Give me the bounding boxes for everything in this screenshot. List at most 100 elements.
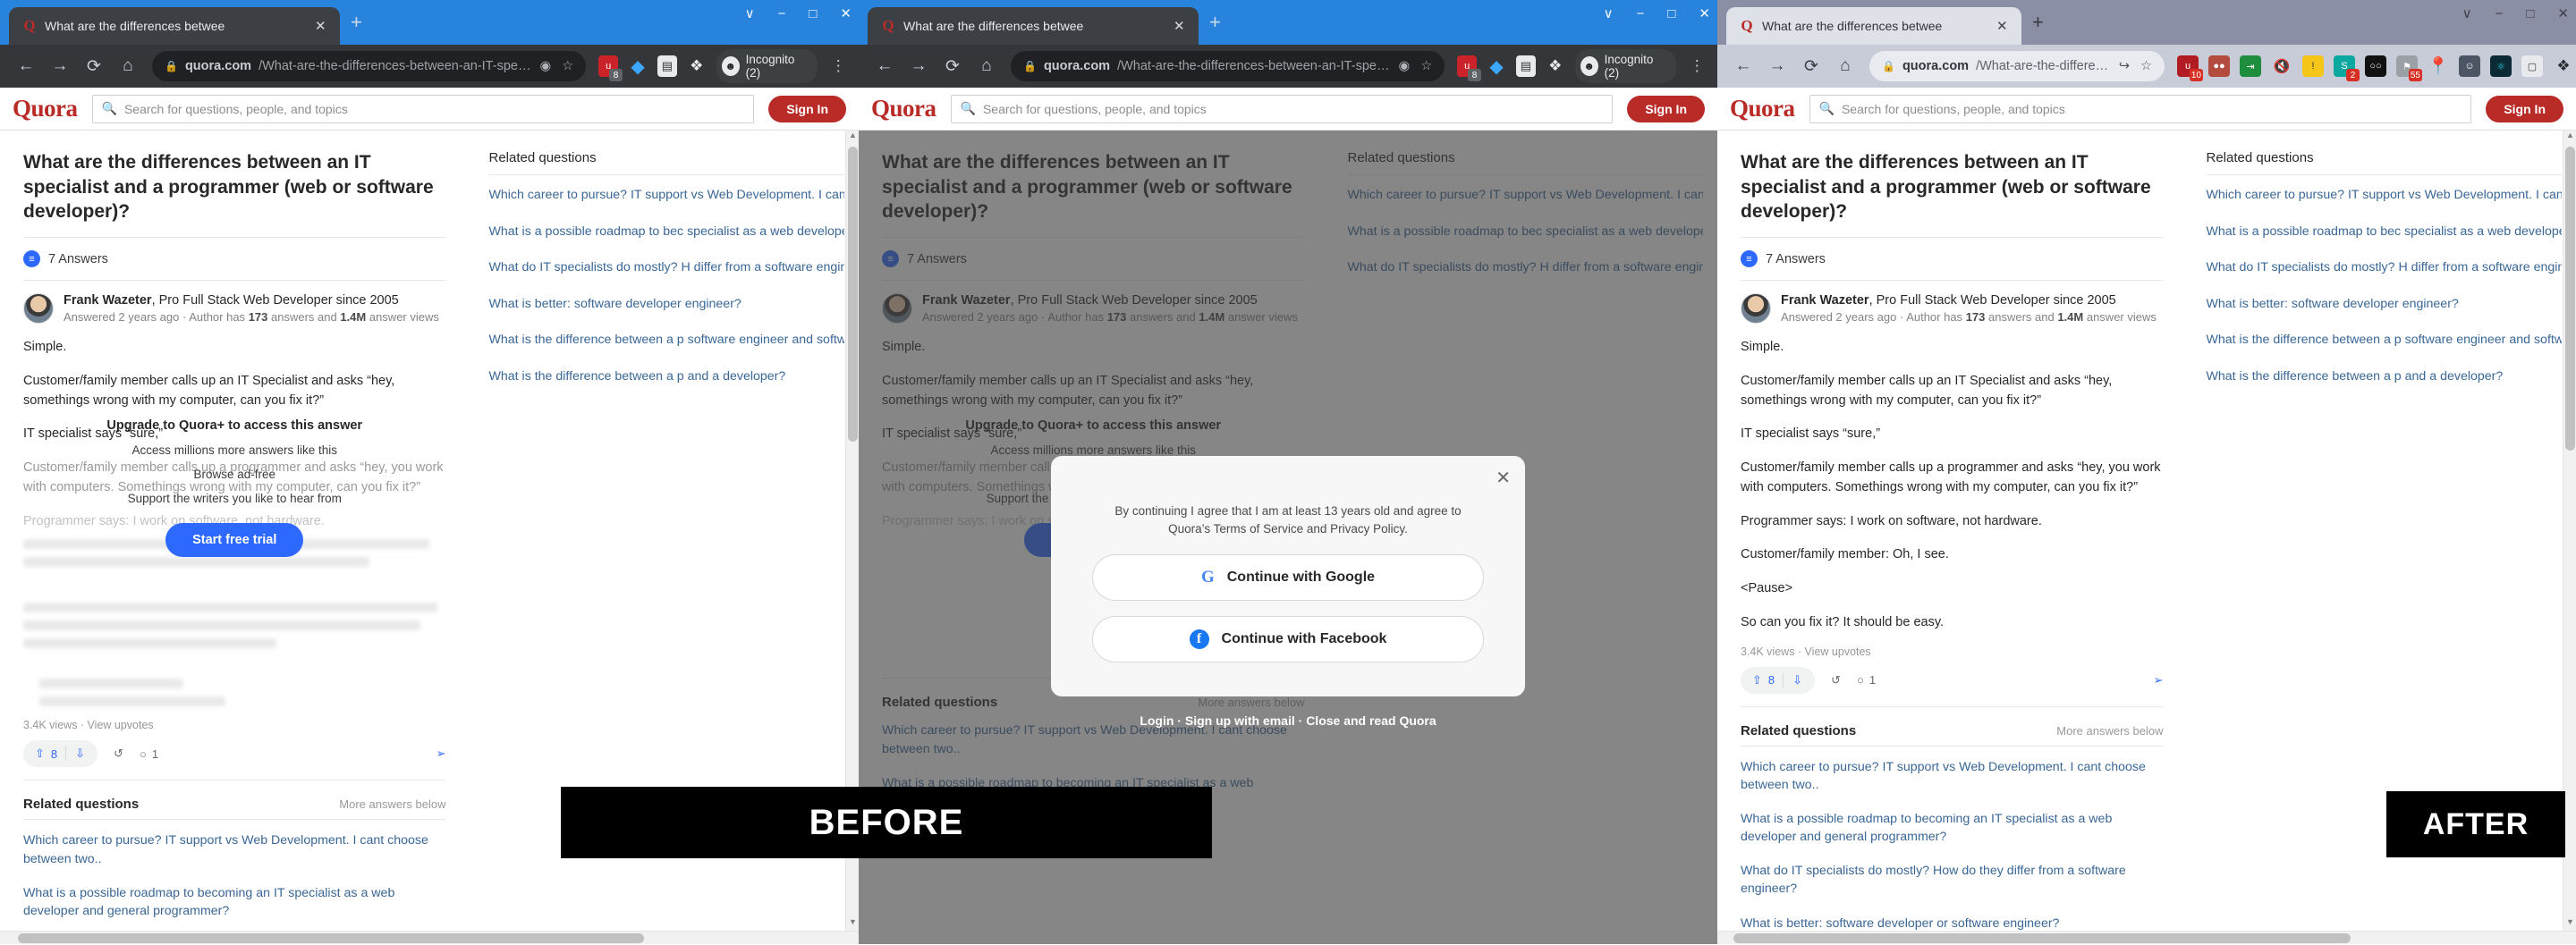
ublock-extension-icon[interactable]: u 10 — [2177, 55, 2203, 81]
chrome-menu-icon[interactable]: ⋮ — [1686, 57, 1709, 75]
window-maximize-icon[interactable]: □ — [2526, 6, 2534, 21]
tab-close-icon[interactable]: ✕ — [1996, 18, 2012, 34]
bookmark-star-icon[interactable]: ☆ — [562, 59, 573, 73]
ublock-extension-icon[interactable]: u8 — [598, 55, 623, 81]
incognito-indicator[interactable]: ☻ Incognito (2) — [716, 49, 818, 83]
sidebar-question-item[interactable]: What is better: software developer engin… — [488, 286, 844, 323]
window-chevron-icon[interactable]: ∨ — [745, 5, 755, 21]
sidebar-question-item[interactable]: Which career to pursue? IT support vs We… — [488, 177, 844, 214]
reload-icon[interactable]: ⟳ — [1794, 49, 1828, 83]
share-button[interactable]: ➢ — [2154, 673, 2164, 688]
sign-in-button[interactable]: Sign In — [768, 95, 846, 122]
new-tab-button[interactable]: + — [351, 11, 362, 34]
related-question-item[interactable]: What is a possible roadmap to becoming a… — [23, 876, 445, 928]
chrome-menu-icon[interactable]: ⋮ — [827, 57, 851, 75]
scroll-up-arrow-icon[interactable]: ▲ — [846, 131, 859, 144]
gem-extension-icon[interactable]: ◆ — [628, 55, 648, 77]
glasses-extension-icon[interactable]: ●● — [2208, 55, 2230, 77]
quora-logo[interactable]: Quora — [1730, 95, 1795, 122]
horizontal-scrollbar[interactable] — [1717, 931, 2576, 944]
forward-icon[interactable]: → — [902, 49, 936, 83]
reload-icon[interactable]: ⟳ — [77, 49, 111, 83]
scrollbar-thumb[interactable] — [2565, 147, 2575, 451]
sidebar-question-item[interactable]: What is the difference between a p and a… — [2206, 359, 2562, 395]
sidebar-question-item[interactable]: What is a possible roadmap to bec specia… — [488, 214, 844, 250]
back-icon[interactable]: ← — [9, 49, 43, 83]
browser-tab[interactable]: Q What are the differences betwee ✕ — [1726, 7, 2021, 45]
back-icon[interactable]: ← — [1726, 49, 1760, 83]
related-question-item[interactable]: What do IT specialists do mostly? How do… — [1741, 854, 2163, 906]
sign-in-button[interactable]: Sign In — [1627, 95, 1705, 122]
incognito-indicator[interactable]: ☻ Incognito (2) — [1574, 49, 1676, 83]
downvote-button[interactable]: ⇩ — [1784, 673, 1811, 688]
card-extension-icon[interactable]: ▤ — [657, 55, 677, 77]
sidebar-question-item[interactable]: What is a possible roadmap to bec specia… — [2206, 214, 2562, 250]
share-icon[interactable]: ↪ — [2119, 59, 2130, 73]
window-minimize-icon[interactable]: − — [778, 6, 786, 21]
forward-icon[interactable]: → — [43, 49, 77, 83]
note-extension-icon[interactable]: ▢ — [2521, 55, 2543, 77]
author-name[interactable]: Frank Wazeter — [1781, 293, 1869, 308]
browser-tab[interactable]: Q What are the differences betwee ✕ — [868, 7, 1199, 45]
eyes-extension-icon[interactable]: ○○ — [2365, 55, 2386, 77]
incognito-eye-icon[interactable]: ◉ — [540, 59, 552, 73]
warning-extension-icon[interactable]: ! — [2302, 55, 2324, 77]
view-count[interactable]: 3.4K views · View upvotes — [23, 719, 445, 731]
window-maximize-icon[interactable]: □ — [809, 6, 817, 21]
export-extension-icon[interactable]: ⇥ — [2240, 55, 2261, 77]
related-question-item[interactable]: Which career to pursue? IT support vs We… — [1741, 750, 2163, 802]
home-icon[interactable]: ⌂ — [1828, 49, 1862, 83]
continue-with-facebook-button[interactable]: f Continue with Facebook — [1092, 615, 1484, 662]
back-icon[interactable]: ← — [868, 49, 902, 83]
downvote-button[interactable]: ⇩ — [66, 747, 94, 761]
quora-logo[interactable]: Quora — [13, 95, 78, 122]
scroll-down-arrow-icon[interactable]: ▼ — [846, 917, 859, 931]
new-tab-button[interactable]: + — [1209, 11, 1221, 34]
forward-icon[interactable]: → — [1760, 49, 1794, 83]
scrollbar-thumb[interactable] — [18, 933, 644, 943]
view-count[interactable]: 3.4K views · View upvotes — [1741, 645, 2163, 658]
puzzle-extension-icon[interactable]: ❖ — [1546, 55, 1565, 77]
search-input[interactable]: 🔍 Search for questions, people, and topi… — [1809, 94, 2472, 123]
tab-close-icon[interactable]: ✕ — [315, 18, 331, 34]
mask-extension-icon[interactable]: ☺ — [2459, 55, 2480, 77]
scrollbar-thumb[interactable] — [848, 147, 858, 442]
repost-button[interactable]: ↺ — [114, 747, 123, 761]
bookmark-star-icon[interactable]: ☆ — [1420, 59, 1432, 73]
window-close-icon[interactable]: ✕ — [1699, 5, 1710, 21]
window-chevron-icon[interactable]: ∨ — [1604, 5, 1614, 21]
puzzle-extension-icon[interactable]: ❖ — [687, 55, 707, 77]
comment-button[interactable]: ○ 1 — [1857, 673, 1876, 687]
related-question-item[interactable]: What is a possible roadmap to becoming a… — [1741, 802, 2163, 854]
sidebar-question-item[interactable]: What is the difference between a p softw… — [2206, 322, 2562, 359]
card-extension-icon[interactable]: ▤ — [1515, 55, 1536, 77]
upvote-button[interactable]: ⇧ 8 — [27, 747, 65, 761]
address-bar[interactable]: 🔒 quora.com /What-are-the-differen... ↪ … — [1869, 51, 2165, 81]
horizontal-scrollbar[interactable] — [0, 931, 859, 944]
sidebar-question-item[interactable]: What do IT specialists do mostly? H diff… — [2206, 249, 2562, 286]
window-close-icon[interactable]: ✕ — [2557, 5, 2569, 21]
react-extension-icon[interactable]: ⚛ — [2490, 55, 2512, 77]
continue-with-google-button[interactable]: G Continue with Google — [1092, 553, 1484, 601]
share-button[interactable]: ➢ — [436, 747, 446, 761]
window-close-icon[interactable]: ✕ — [840, 5, 852, 21]
repost-button[interactable]: ↺ — [1831, 673, 1841, 688]
start-free-trial-button[interactable]: Start free trial — [165, 523, 304, 557]
bookmark-star-icon[interactable]: ☆ — [2140, 59, 2152, 73]
address-bar[interactable]: 🔒 quora.com /What-are-the-differences-be… — [1011, 51, 1445, 81]
author-name[interactable]: Frank Wazeter — [64, 293, 152, 308]
incognito-eye-icon[interactable]: ◉ — [1399, 59, 1411, 73]
quora-logo[interactable]: Quora — [871, 95, 936, 122]
close-icon[interactable]: ✕ — [1496, 467, 1511, 489]
scrollbar-thumb[interactable] — [1733, 933, 2351, 943]
upvote-button[interactable]: ⇧ 8 — [1744, 673, 1783, 688]
window-minimize-icon[interactable]: − — [1637, 6, 1645, 21]
puzzle-extension-icon[interactable]: ❖ — [2553, 55, 2574, 77]
sidebar-question-item[interactable]: Which career to pursue? IT support vs We… — [2206, 177, 2562, 214]
window-chevron-icon[interactable]: ∨ — [2462, 5, 2472, 21]
new-tab-button[interactable]: + — [2032, 11, 2044, 34]
reload-icon[interactable]: ⟳ — [936, 49, 970, 83]
comment-button[interactable]: ○ 1 — [140, 747, 158, 761]
sidebar-question-item[interactable]: What is better: software developer engin… — [2206, 286, 2562, 323]
flag-extension-icon[interactable]: ⚑ 55 — [2396, 55, 2422, 81]
